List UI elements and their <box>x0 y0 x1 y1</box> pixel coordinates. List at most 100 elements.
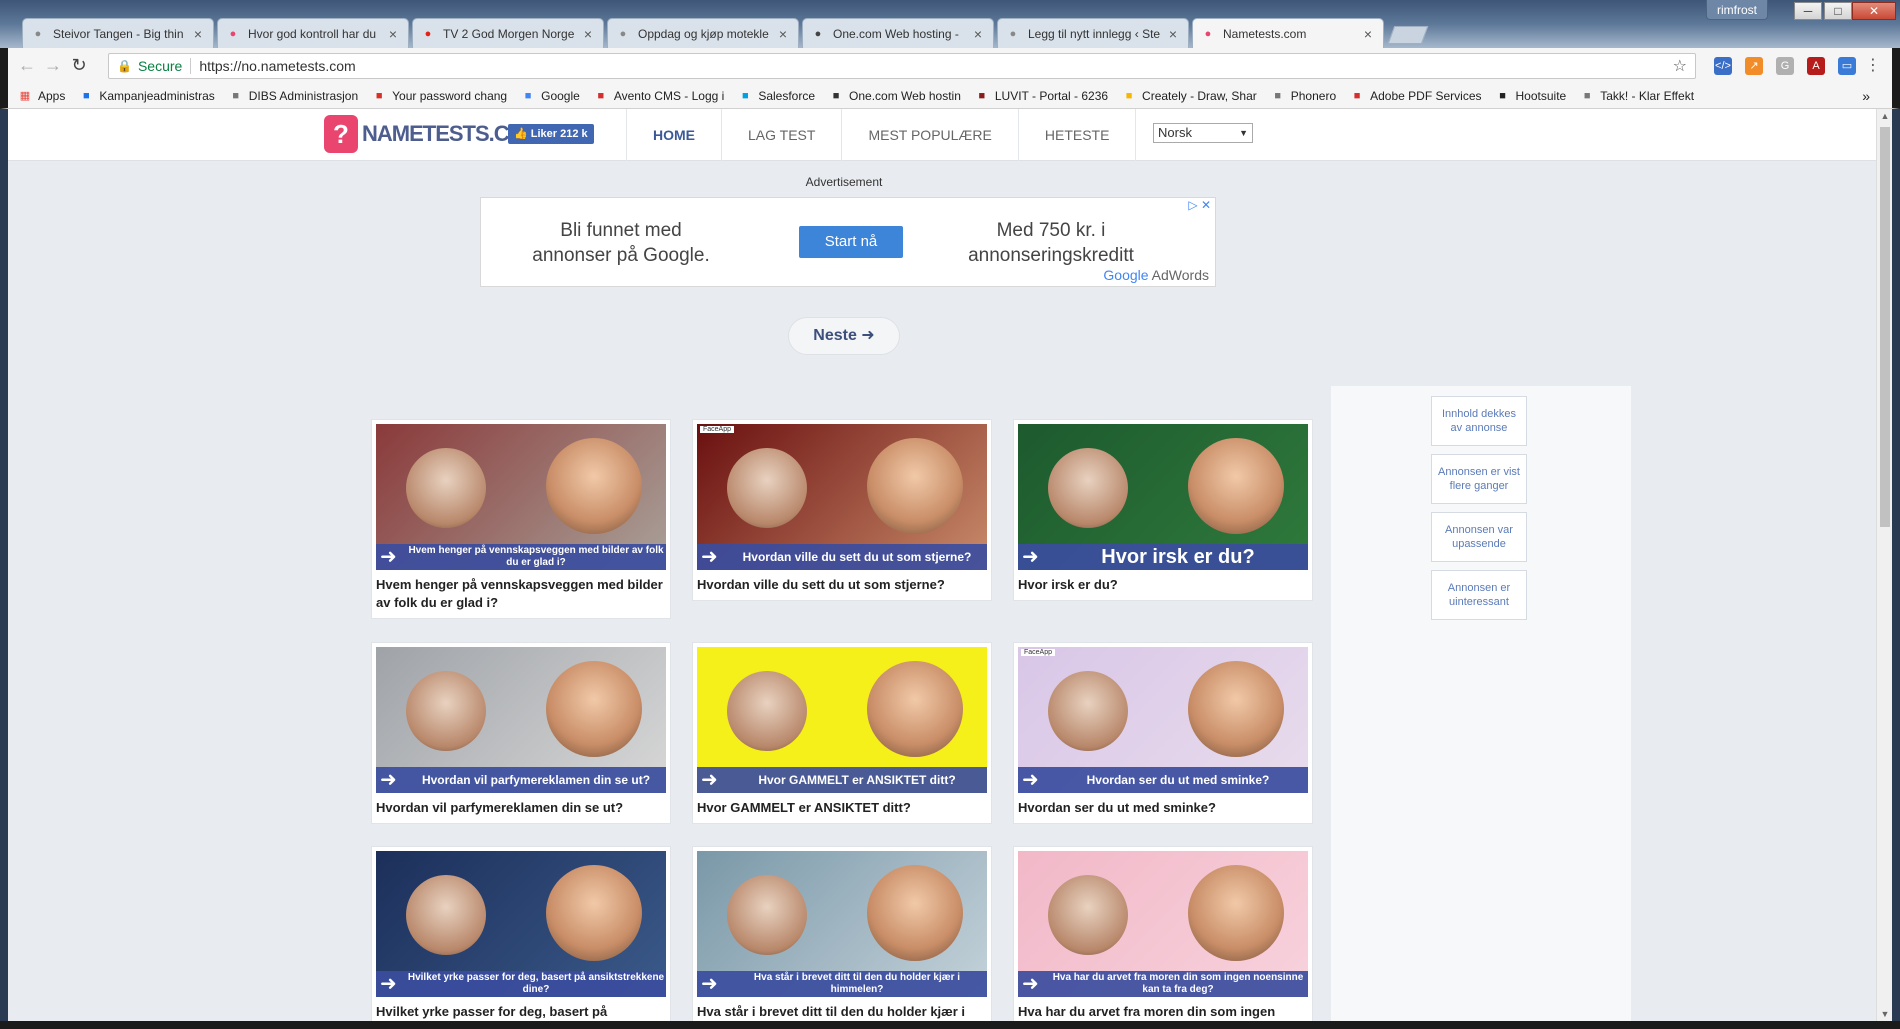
quiz-card[interactable]: ➜ Hvor irsk er du? Hvor irsk er du? <box>1013 419 1313 601</box>
reload-button[interactable]: ↻ <box>66 55 92 76</box>
tab-close-icon[interactable]: × <box>386 26 400 42</box>
quiz-thumbnail[interactable]: FaceApp ➜ Hvordan ville du sett du ut som … <box>697 424 987 570</box>
quiz-title[interactable]: Hvem henger på vennskapsveggen med bilde… <box>376 570 666 614</box>
extension-code-icon[interactable]: </> <box>1714 57 1732 75</box>
browser-tab[interactable]: ● Legg til nytt innlegg ‹ Ste × <box>997 18 1189 48</box>
browser-tab[interactable]: ● Nametests.com × <box>1192 18 1384 49</box>
quiz-title[interactable]: Hvor irsk er du? <box>1018 570 1308 596</box>
ad-feedback-button[interactable]: Annonsen er uinteressant <box>1431 570 1527 620</box>
quiz-banner-text: Hva står i brevet ditt til den du holder… <box>753 972 961 995</box>
extension-cast-icon[interactable]: ▭ <box>1838 57 1856 75</box>
back-button[interactable]: ← <box>14 55 40 76</box>
quiz-title[interactable]: Hva står i brevet ditt til den du holder… <box>697 997 987 1021</box>
bookmark-item[interactable]: ▦ Apps <box>18 89 66 103</box>
quiz-card[interactable]: FaceApp ➜ Hvordan ser du ut med sminke? Hvo… <box>1013 642 1313 824</box>
nav-item-2[interactable]: Mest populære <box>842 109 1019 161</box>
ad-feedback-button[interactable]: Annonsen var upassende <box>1431 512 1527 562</box>
quiz-card[interactable]: ➜ Hvem henger på vennskapsveggen med bild… <box>371 419 671 619</box>
bookmark-item[interactable]: ■ Avento CMS - Logg i <box>594 88 725 103</box>
tab-close-icon[interactable]: × <box>971 26 985 42</box>
facebook-like-button[interactable]: 👍 Liker 212 k <box>508 124 594 144</box>
quiz-thumbnail[interactable]: ➜ Hvordan vil parfymereklamen din se ut? <box>376 647 666 793</box>
forward-button[interactable]: → <box>40 55 66 76</box>
luvit-icon: ■ <box>978 89 986 102</box>
google-ad-banner[interactable]: Bli funnet med annonser på Google. Start… <box>480 197 1216 287</box>
bookmark-item[interactable]: ■ Your password chang <box>372 89 507 103</box>
browser-tab[interactable]: ● Steivor Tangen - Big thin × <box>22 18 214 48</box>
quiz-title[interactable]: Hvordan ville du sett du ut som stjerne? <box>697 570 987 596</box>
quiz-card[interactable]: ➜ Hvor GAMMELT er ANSIKTET ditt? Hvor GAMM… <box>692 642 992 824</box>
browser-tab[interactable]: ● TV 2 God Morgen Norge × <box>412 18 604 48</box>
nav-item-0[interactable]: Home <box>627 109 722 161</box>
tab-close-icon[interactable]: × <box>191 26 205 42</box>
bookmark-item[interactable]: ■ Adobe PDF Services <box>1350 89 1482 103</box>
new-tab-button[interactable] <box>1387 26 1429 44</box>
nav-item-3[interactable]: Heteste <box>1019 109 1137 161</box>
bookmarks-bar: ▦ Apps ■ Kampanjeadministras ■ DIBS Administr… <box>0 83 1900 109</box>
browser-tab[interactable]: ● One.com Web hosting - × <box>802 18 994 48</box>
bookmark-item[interactable]: ■ DIBS Administrasjon <box>229 89 358 103</box>
quiz-card[interactable]: ➜ Hva står i brevet ditt til den du holde… <box>692 846 992 1021</box>
avatar-silhouette <box>727 671 807 751</box>
scroll-thumb[interactable] <box>1880 127 1890 527</box>
maximize-button[interactable]: □ <box>1824 2 1852 20</box>
quiz-thumbnail[interactable]: ➜ Hva står i brevet ditt til den du holde… <box>697 851 987 997</box>
bookmark-item[interactable]: ■ Phonero <box>1271 89 1336 103</box>
menu-kebab-icon[interactable]: ⋮ <box>1864 57 1882 75</box>
quiz-thumbnail[interactable]: ➜ Hvor irsk er du? <box>1018 424 1308 570</box>
quiz-thumbnail[interactable]: ➜ Hvem henger på vennskapsveggen med bild… <box>376 424 666 570</box>
quiz-title[interactable]: Hvordan vil parfymereklamen din se ut? <box>376 793 666 819</box>
bookmark-item[interactable]: ■ One.com Web hostin <box>829 89 961 103</box>
bookmark-item[interactable]: ■ Creately - Draw, Shar <box>1122 89 1257 103</box>
browser-tab[interactable]: ● Oppdag og kjøp motekle × <box>607 18 799 48</box>
extension-chart-icon[interactable]: ↗ <box>1745 57 1763 75</box>
bookmarks-overflow-button[interactable]: » <box>1862 88 1870 104</box>
omnibox-divider <box>190 58 192 74</box>
bookmark-label: LUVIT - Portal - 6236 <box>994 88 1109 103</box>
tab-close-icon[interactable]: × <box>1361 26 1375 42</box>
quiz-thumbnail[interactable]: ➜ Hvor GAMMELT er ANSIKTET ditt? <box>697 647 987 793</box>
window-close-button[interactable]: ✕ <box>1852 2 1896 20</box>
quiz-thumbnail[interactable]: ➜ Hva har du arvet fra moren din som inge… <box>1018 851 1308 997</box>
quiz-title[interactable]: Hvor GAMMELT er ANSIKTET ditt? <box>697 793 987 819</box>
tab-close-icon[interactable]: × <box>581 26 595 42</box>
ad-feedback-button[interactable]: Innhold dekkes av annonse <box>1431 396 1527 446</box>
quiz-title[interactable]: Hva har du arvet fra moren din som ingen <box>1018 997 1308 1021</box>
tab-close-icon[interactable]: × <box>776 26 790 42</box>
bookmark-item[interactable]: ■ Google <box>521 89 580 103</box>
quiz-title[interactable]: Hvordan ser du ut med sminke? <box>1018 793 1308 819</box>
bookmark-item[interactable]: ■ Salesforce <box>738 89 815 103</box>
scroll-up-icon[interactable]: ▲ <box>1877 111 1893 121</box>
minimize-button[interactable]: ─ <box>1794 2 1822 20</box>
page-scrollbar[interactable]: ▲ ▼ <box>1876 109 1892 1021</box>
main-nav: Home Lag test Mest populære Heteste <box>626 109 1137 161</box>
scroll-down-icon[interactable]: ▼ <box>1877 1009 1893 1019</box>
extension-pdf-icon[interactable]: A <box>1807 57 1825 75</box>
bookmark-item[interactable]: ■ Kampanjeadministras <box>79 89 215 103</box>
ad-start-button[interactable]: Start nå <box>799 226 903 258</box>
bookmark-item[interactable]: ■ Hootsuite <box>1496 89 1566 103</box>
browser-tab[interactable]: ● Hvor god kontroll har du × <box>217 18 409 48</box>
tab-close-icon[interactable]: × <box>1166 26 1180 42</box>
quiz-title[interactable]: Hvilket yrke passer for deg, basert på <box>376 997 666 1021</box>
quiz-card[interactable]: ➜ Hvordan vil parfymereklamen din se ut? H… <box>371 642 671 824</box>
quiz-thumbnail[interactable]: ➜ Hvilket yrke passer for deg, basert på … <box>376 851 666 997</box>
quiz-card[interactable]: ➜ Hva har du arvet fra moren din som inge… <box>1013 846 1313 1021</box>
ad-choices-close-icon[interactable]: ▷ ✕ <box>1188 198 1211 212</box>
bookmark-item[interactable]: ■ Takk! - Klar Effekt <box>1580 89 1694 103</box>
bookmark-label: Avento CMS - Logg i <box>613 88 725 103</box>
bookmark-item[interactable]: ■ LUVIT - Portal - 6236 <box>975 88 1109 103</box>
address-bar[interactable]: 🔒 Secure https://no.nametests.com ☆ <box>108 53 1696 79</box>
profile-badge[interactable]: rimfrost <box>1706 0 1768 20</box>
bookmark-star-icon[interactable]: ☆ <box>1673 56 1687 76</box>
quiz-thumbnail[interactable]: FaceApp ➜ Hvordan ser du ut med sminke? <box>1018 647 1308 793</box>
page-icon: ● <box>34 27 42 40</box>
ad-feedback-button[interactable]: Annonsen er vist flere ganger <box>1431 454 1527 504</box>
url-text[interactable]: https://no.nametests.com <box>199 58 355 74</box>
nav-item-1[interactable]: Lag test <box>722 109 843 161</box>
extension-g-icon[interactable]: G <box>1776 57 1794 75</box>
language-select[interactable]: Norsk ▼ <box>1153 123 1253 143</box>
quiz-card[interactable]: ➜ Hvilket yrke passer for deg, basert på … <box>371 846 671 1021</box>
next-button[interactable]: Neste ➜ <box>788 317 900 355</box>
quiz-card[interactable]: FaceApp ➜ Hvordan ville du sett du ut som … <box>692 419 992 601</box>
